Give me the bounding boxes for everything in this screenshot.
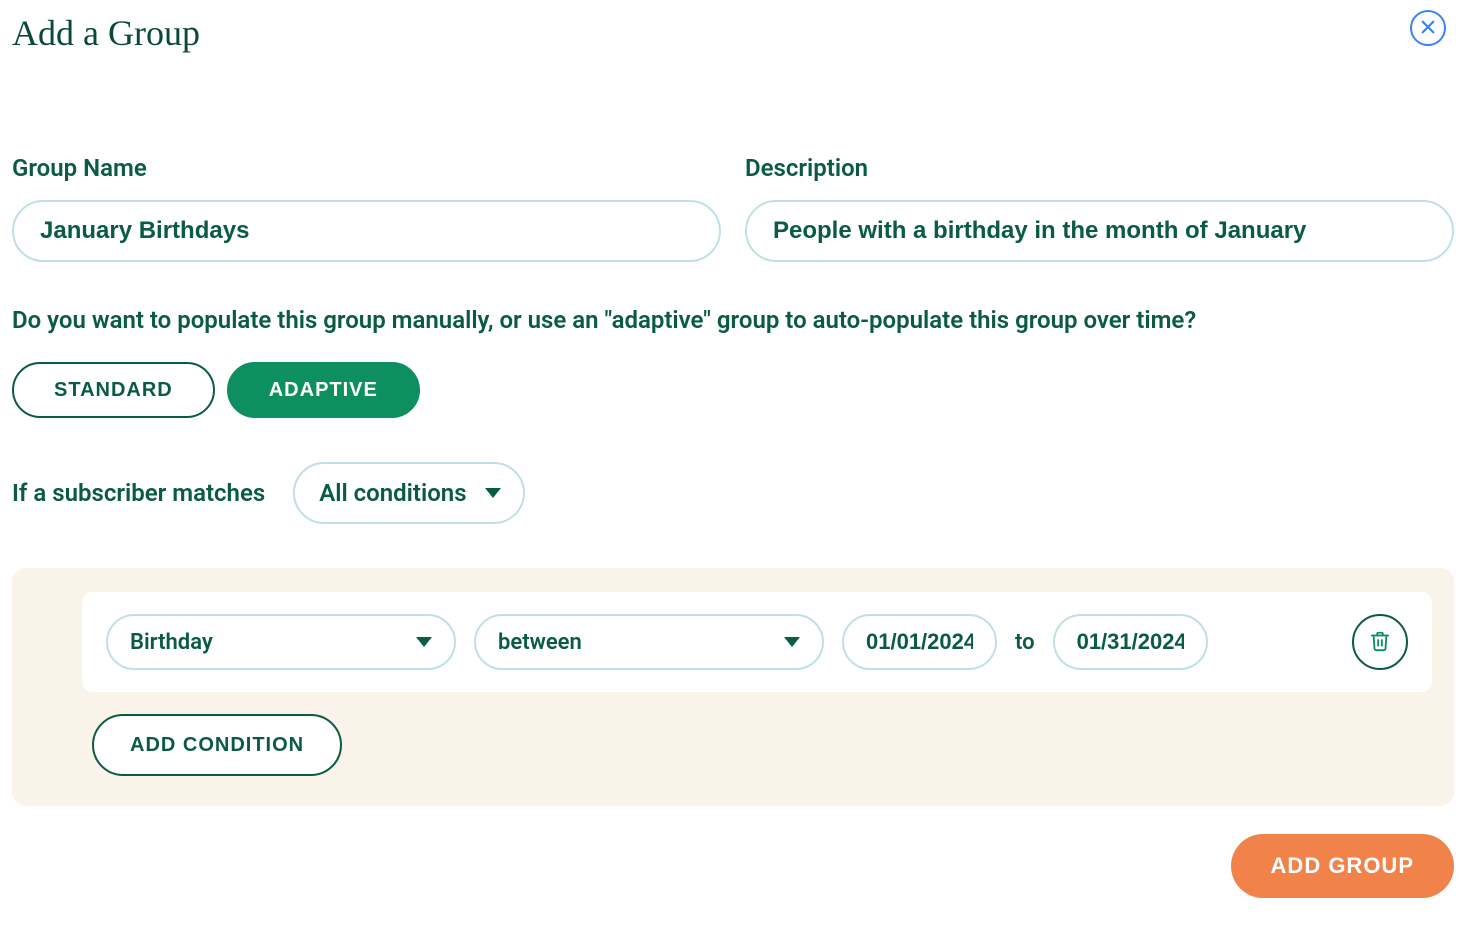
- footer: ADD GROUP: [12, 834, 1454, 898]
- condition-operator-value: between: [498, 630, 582, 655]
- add-group-button[interactable]: ADD GROUP: [1231, 834, 1454, 898]
- condition-date-from-input[interactable]: [842, 614, 997, 670]
- close-button[interactable]: [1410, 10, 1446, 46]
- group-name-input[interactable]: [12, 200, 721, 262]
- match-prefix-label: If a subscriber matches: [12, 479, 265, 507]
- chevron-down-icon: [416, 637, 432, 647]
- condition-row: Birthday between to: [82, 592, 1432, 692]
- description-field-wrapper: Description: [745, 154, 1454, 262]
- description-label: Description: [745, 154, 1454, 182]
- condition-date-to-input[interactable]: [1053, 614, 1208, 670]
- add-condition-button[interactable]: ADD CONDITION: [92, 714, 342, 776]
- adaptive-button[interactable]: ADAPTIVE: [227, 362, 420, 418]
- page-title: Add a Group: [12, 12, 1454, 54]
- conditions-panel: Birthday between to ADD CONDITION: [12, 568, 1454, 806]
- match-conditions-value: All conditions: [319, 479, 466, 507]
- condition-operator-select[interactable]: between: [474, 614, 824, 670]
- close-icon: [1419, 18, 1437, 39]
- match-row: If a subscriber matches All conditions: [12, 462, 1454, 524]
- match-conditions-select[interactable]: All conditions: [293, 462, 524, 524]
- standard-button[interactable]: STANDARD: [12, 362, 215, 418]
- group-type-question: Do you want to populate this group manua…: [12, 306, 1454, 334]
- condition-field-value: Birthday: [130, 630, 213, 655]
- condition-to-label: to: [1015, 630, 1035, 655]
- chevron-down-icon: [485, 488, 501, 498]
- group-name-label: Group Name: [12, 154, 721, 182]
- group-type-buttons: STANDARD ADAPTIVE: [12, 362, 1454, 418]
- group-name-field-wrapper: Group Name: [12, 154, 721, 262]
- fields-row: Group Name Description: [12, 154, 1454, 262]
- trash-icon: [1369, 630, 1391, 655]
- delete-condition-button[interactable]: [1352, 614, 1408, 670]
- chevron-down-icon: [784, 637, 800, 647]
- description-input[interactable]: [745, 200, 1454, 262]
- condition-field-select[interactable]: Birthday: [106, 614, 456, 670]
